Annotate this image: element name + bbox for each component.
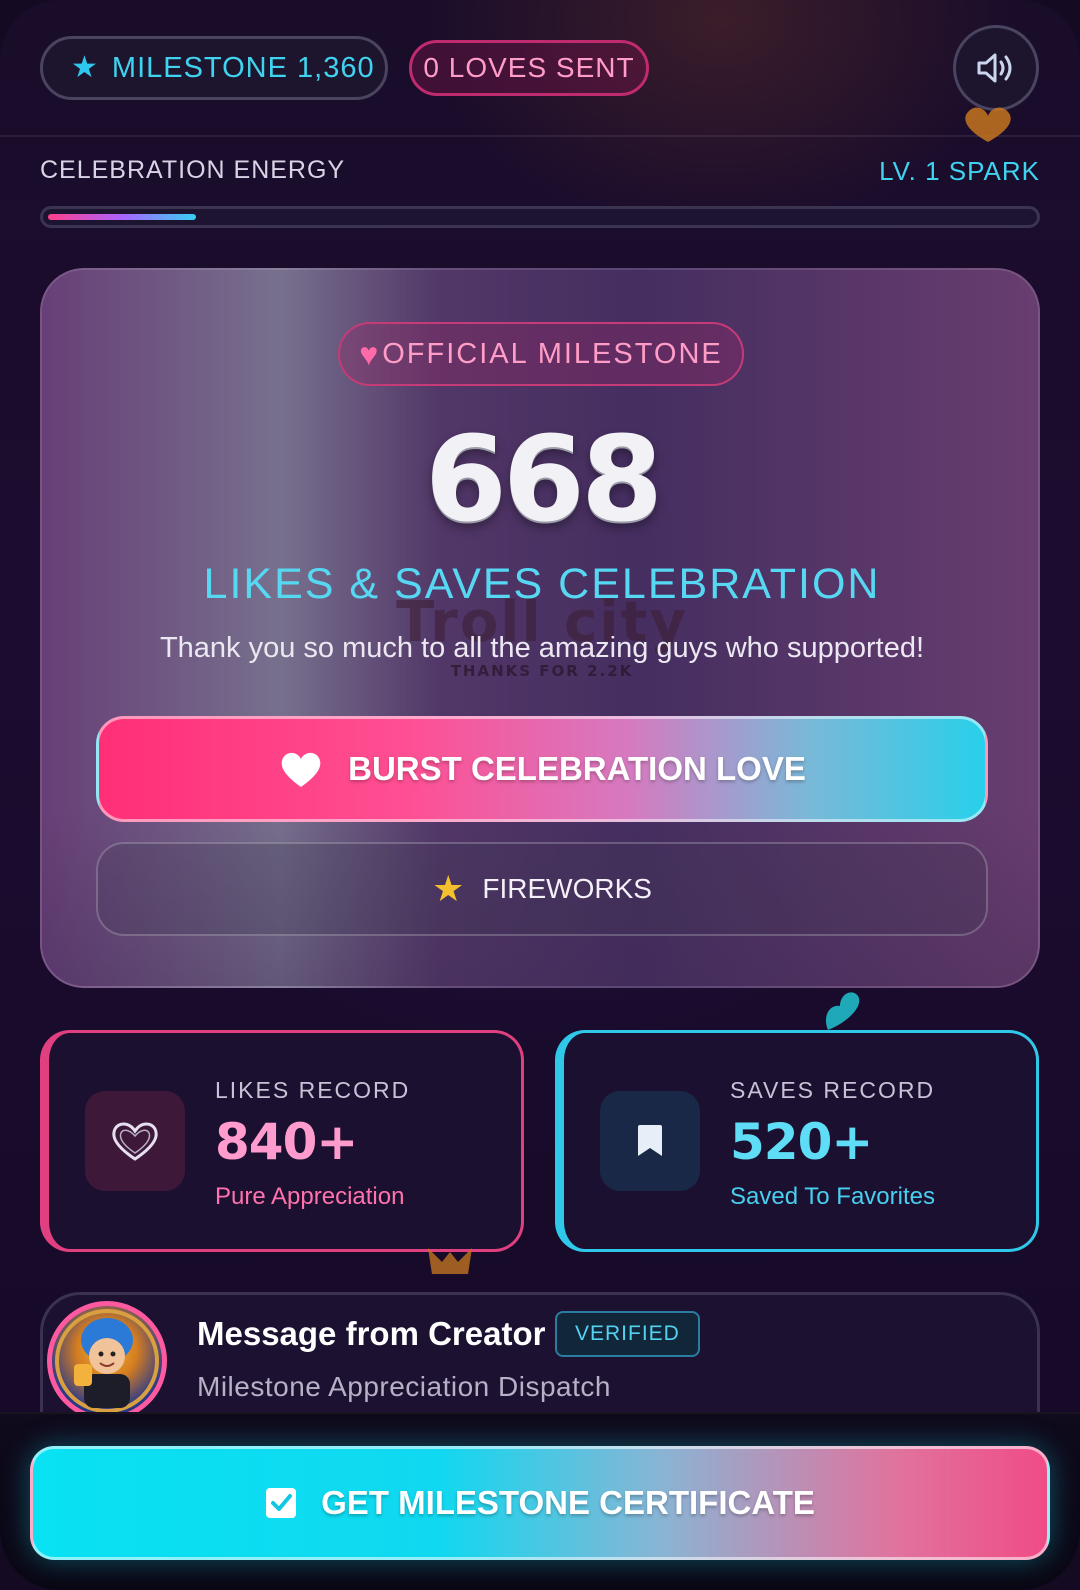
- likes-record-card: LIKES RECORD 840+ Pure Appreciation: [40, 1030, 524, 1252]
- bottom-action-bar: GET MILESTONE CERTIFICATE: [0, 1412, 1080, 1590]
- get-certificate-button[interactable]: GET MILESTONE CERTIFICATE: [30, 1446, 1050, 1560]
- heart-icon: [281, 752, 321, 787]
- loves-sent-pill: 0 LOVES SENT: [409, 40, 649, 96]
- decorative-heart-icon: [825, 992, 860, 1030]
- creator-message-title: Message from Creator: [197, 1315, 546, 1352]
- thanks-message: Thank you so much to all the amazing guy…: [159, 632, 925, 664]
- saves-icon-tile: [600, 1091, 700, 1191]
- decorative-heart-icon: [965, 107, 1011, 142]
- likes-record-header: LIKES RECORD: [215, 1077, 411, 1103]
- saves-record-value: 520+: [730, 1113, 873, 1171]
- verified-badge: VERIFIED: [555, 1311, 700, 1357]
- energy-level: LV. 1 SPARK: [879, 156, 1040, 186]
- energy-progress-bar: [40, 206, 1040, 228]
- saves-record-header: SAVES RECORD: [730, 1077, 936, 1103]
- milestone-count: 668: [424, 410, 663, 548]
- checkbox-icon: [266, 1488, 297, 1518]
- burst-celebration-love-button[interactable]: BURST CELEBRATION LOVE: [96, 716, 988, 822]
- celebration-title: LIKES & SAVES CELEBRATION: [203, 560, 881, 608]
- official-milestone-badge: ♥ OFFICIAL MILESTONE: [338, 322, 744, 386]
- likes-icon-tile: [85, 1091, 185, 1191]
- burst-button-label: BURST CELEBRATION LOVE: [348, 750, 806, 787]
- sound-toggle-button[interactable]: [953, 25, 1039, 111]
- heart-icon: ♥: [359, 336, 379, 372]
- star-icon: ★: [71, 51, 98, 84]
- milestone-pill: ★ MILESTONE 1,360: [40, 36, 388, 100]
- official-milestone-label: OFFICIAL MILESTONE: [382, 337, 723, 370]
- bookmark-icon: [638, 1125, 662, 1156]
- creator-avatar: [47, 1301, 167, 1421]
- heart-outline-icon: [112, 1122, 158, 1161]
- milestone-label: MILESTONE 1,360: [111, 51, 375, 84]
- loves-sent-label: 0 LOVES SENT: [423, 52, 635, 83]
- decorative-star-icon: [428, 1248, 472, 1274]
- energy-label: CELEBRATION ENERGY: [40, 156, 346, 184]
- saves-record-card: SAVES RECORD 520+ Saved To Favorites: [555, 1030, 1039, 1252]
- milestone-card: ♥ OFFICIAL MILESTONE 668 Troll city THAN…: [40, 268, 1040, 988]
- energy-progress-fill: [48, 214, 196, 220]
- likes-record-value: 840+: [215, 1113, 358, 1171]
- creator-message-subtitle: Milestone Appreciation Dispatch: [197, 1371, 611, 1402]
- speaker-icon: [977, 53, 1012, 83]
- fireworks-button[interactable]: ★ FIREWORKS: [96, 842, 988, 936]
- avatar-illustration: [55, 1309, 159, 1413]
- saves-record-subtitle: Saved To Favorites: [730, 1183, 935, 1210]
- likes-record-subtitle: Pure Appreciation: [215, 1183, 405, 1210]
- fireworks-label: FIREWORKS: [482, 873, 652, 904]
- star-icon: ★: [432, 868, 465, 909]
- milestone-app: ★ MILESTONE 1,360 0 LOVES SENT CELEBRATI…: [0, 0, 1080, 1590]
- top-bar: ★ MILESTONE 1,360 0 LOVES SENT: [0, 0, 1080, 142]
- certificate-button-label: GET MILESTONE CERTIFICATE: [321, 1484, 815, 1521]
